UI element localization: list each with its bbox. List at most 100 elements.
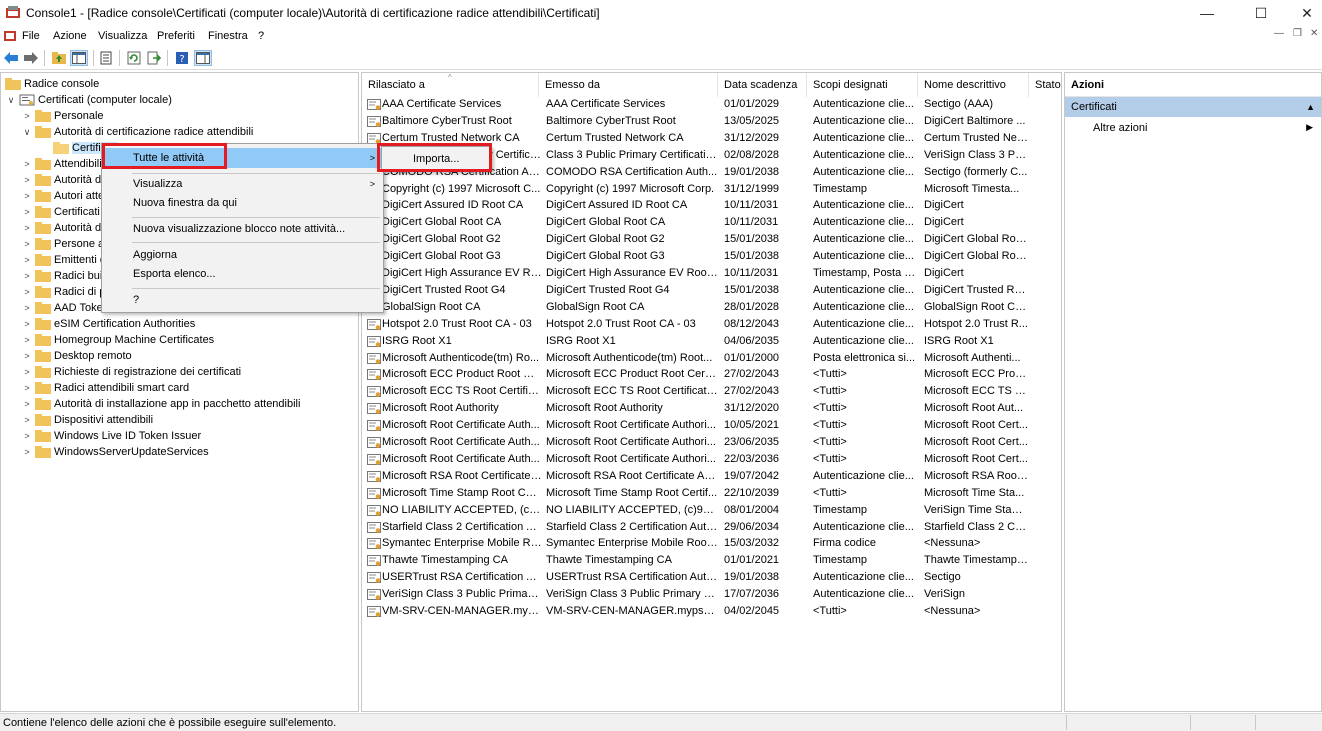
- table-row[interactable]: VM-SRV-CEN-MANAGER.myps... VM-SRV-CEN-MAN…: [362, 604, 1061, 621]
- table-row[interactable]: ISRG Root X1 ISRG Root X1 04/06/2035 Autent…: [362, 334, 1061, 351]
- column-header-nome-descrittivo[interactable]: Nome descrittivo: [918, 73, 1029, 97]
- refresh-button[interactable]: [125, 50, 143, 66]
- actions-section-certificati[interactable]: Certificati ▲: [1065, 97, 1321, 117]
- expand-toggle[interactable]: >: [21, 334, 33, 346]
- expand-toggle[interactable]: >: [21, 254, 33, 266]
- table-row[interactable]: DigiCert Assured ID Root CA DigiCert Assu…: [362, 198, 1061, 215]
- table-row[interactable]: Thawte Timestamping CA Thawte Timestampin…: [362, 553, 1061, 570]
- forward-button[interactable]: [22, 50, 40, 66]
- table-row[interactable]: USERTrust RSA Certification Aut... USERTr…: [362, 570, 1061, 587]
- table-row[interactable]: DigiCert Trusted Root G4 DigiCert Trusted…: [362, 283, 1061, 300]
- column-header-emesso-da[interactable]: Emesso da: [539, 73, 718, 97]
- tree-item-homegroup[interactable]: > Homegroup Machine Certificates: [21, 332, 214, 348]
- expand-toggle[interactable]: >: [21, 318, 33, 330]
- ctx-item-esporta-elenco[interactable]: Esporta elenco...: [104, 264, 381, 284]
- expand-toggle[interactable]: >: [21, 430, 33, 442]
- show-hide-action-pane-button[interactable]: [194, 50, 212, 66]
- table-row[interactable]: Symantec Enterprise Mobile Ro... Symantec…: [362, 536, 1061, 553]
- table-row[interactable]: Hotspot 2.0 Trust Root CA - 03 Hotspot 2.…: [362, 317, 1061, 334]
- ctx-item-importa[interactable]: Importa...: [384, 149, 489, 169]
- tree-item-attendibilita[interactable]: > Attendibilità: [21, 156, 111, 172]
- table-row[interactable]: Microsoft Root Certificate Auth... Micros…: [362, 435, 1061, 452]
- child-restore-button[interactable]: ❐: [1293, 28, 1302, 39]
- table-row[interactable]: Microsoft ECC Product Root Ce... Microsof…: [362, 367, 1061, 384]
- tree-item-certificati-computer-locale[interactable]: ∨ Certificati (computer locale): [5, 92, 172, 108]
- minimize-button[interactable]: —: [1184, 0, 1230, 26]
- expand-toggle[interactable]: >: [21, 446, 33, 458]
- expand-toggle[interactable]: >: [21, 398, 33, 410]
- tree-item-autorita-app-pacchetto[interactable]: > Autorità di installazione app in pacch…: [21, 396, 300, 412]
- column-header-data-scadenza[interactable]: Data scadenza: [718, 73, 807, 97]
- ctx-item-visualizza[interactable]: Visualizza >: [104, 174, 381, 194]
- table-row[interactable]: Microsoft Root Certificate Auth... Micros…: [362, 418, 1061, 435]
- ctx-item-help[interactable]: ?: [104, 290, 381, 310]
- ctx-item-tutte-le-attivita[interactable]: Tutte le attività >: [104, 148, 381, 168]
- table-row[interactable]: VeriSign Class 3 Public Primary ... VeriS…: [362, 587, 1061, 604]
- table-row[interactable]: Microsoft Root Certificate Auth... Micros…: [362, 452, 1061, 469]
- expand-toggle[interactable]: >: [21, 222, 33, 234]
- up-one-level-button[interactable]: [50, 50, 68, 66]
- show-hide-tree-button[interactable]: [70, 50, 88, 66]
- expand-toggle[interactable]: >: [21, 414, 33, 426]
- table-row[interactable]: DigiCert Global Root G3 DigiCert Global R…: [362, 249, 1061, 266]
- table-row[interactable]: DigiCert Global Root G2 DigiCert Global R…: [362, 232, 1061, 249]
- action-altre-azioni[interactable]: Altre azioni: [1093, 122, 1147, 134]
- expand-toggle[interactable]: >: [21, 110, 33, 122]
- table-row[interactable]: Microsoft Authenticode(tm) Ro... Microsof…: [362, 351, 1061, 368]
- ctx-item-nuova-finestra[interactable]: Nuova finestra da qui: [104, 193, 381, 213]
- expand-toggle[interactable]: >: [21, 270, 33, 282]
- expand-toggle[interactable]: >: [21, 382, 33, 394]
- tree-item-personale[interactable]: > Personale: [21, 108, 104, 124]
- child-minimize-button[interactable]: —: [1274, 28, 1284, 39]
- expand-toggle[interactable]: >: [21, 238, 33, 250]
- column-header-scopi-designati[interactable]: Scopi designati: [807, 73, 918, 97]
- table-row[interactable]: Copyright (c) 1997 Microsoft C... Copyrig…: [362, 182, 1061, 199]
- console-menu-icon[interactable]: [4, 29, 16, 41]
- table-row[interactable]: DigiCert High Assurance EV Ro... DigiCert…: [362, 266, 1061, 283]
- expand-toggle[interactable]: >: [21, 190, 33, 202]
- table-row[interactable]: NO LIABILITY ACCEPTED, (c)97 ... NO LIABI…: [362, 503, 1061, 520]
- export-list-button[interactable]: [145, 50, 163, 66]
- tree-item-wsus[interactable]: > WindowsServerUpdateServices: [21, 444, 209, 460]
- menu-azione[interactable]: Azione: [53, 30, 87, 42]
- expand-toggle[interactable]: >: [21, 158, 33, 170]
- tree-item-windows-live-id[interactable]: > Windows Live ID Token Issuer: [21, 428, 201, 444]
- expand-toggle[interactable]: >: [21, 174, 33, 186]
- table-row[interactable]: Starfield Class 2 Certification A... Star…: [362, 520, 1061, 537]
- table-row[interactable]: Microsoft Time Stamp Root Cer... Microsof…: [362, 486, 1061, 503]
- table-row[interactable]: GlobalSign Root CA GlobalSign Root CA 28/0…: [362, 300, 1061, 317]
- back-button[interactable]: [2, 50, 20, 66]
- table-row[interactable]: DigiCert Global Root CA DigiCert Global R…: [362, 215, 1061, 232]
- menu-visualizza[interactable]: Visualizza: [98, 30, 147, 42]
- tree-item-richieste-registrazione[interactable]: > Richieste di registrazione dei certifi…: [21, 364, 241, 380]
- close-button[interactable]: ✕: [1284, 0, 1322, 26]
- help-button[interactable]: ?: [173, 50, 191, 66]
- menu-finestra[interactable]: Finestra: [208, 30, 248, 42]
- column-header-rilasciato-a[interactable]: Rilasciato a ^: [362, 73, 539, 97]
- expand-toggle[interactable]: ∨: [5, 94, 17, 106]
- expand-toggle[interactable]: ∨: [21, 126, 33, 138]
- expand-toggle[interactable]: >: [21, 302, 33, 314]
- column-header-stato[interactable]: Stato: [1029, 73, 1061, 97]
- table-row[interactable]: Microsoft Root Authority Microsoft Root A…: [362, 401, 1061, 418]
- expand-toggle[interactable]: >: [21, 206, 33, 218]
- maximize-button[interactable]: ☐: [1238, 0, 1284, 26]
- expand-toggle[interactable]: >: [21, 366, 33, 378]
- table-row[interactable]: Microsoft RSA Root Certificate ... Micros…: [362, 469, 1061, 486]
- tree-item-dispositivi-attendibili[interactable]: > Dispositivi attendibili: [21, 412, 153, 428]
- table-row[interactable]: AAA Certificate Services AAA Certificate …: [362, 97, 1061, 114]
- properties-button[interactable]: [97, 50, 115, 66]
- tree-item-autorita-radice-attendibili[interactable]: ∨ Autorità di certificazione radice atte…: [21, 124, 253, 140]
- tree-item-radici-smart-card[interactable]: > Radici attendibili smart card: [21, 380, 189, 396]
- expand-toggle[interactable]: >: [21, 350, 33, 362]
- menu-preferiti[interactable]: Preferiti: [157, 30, 195, 42]
- ctx-item-aggiorna[interactable]: Aggiorna: [104, 245, 381, 265]
- expand-toggle[interactable]: >: [21, 286, 33, 298]
- table-row[interactable]: Baltimore CyberTrust Root Baltimore Cyber…: [362, 114, 1061, 131]
- tree-item-esim[interactable]: > eSIM Certification Authorities: [21, 316, 195, 332]
- menu-help[interactable]: ?: [258, 30, 264, 42]
- tree-item-desktop-remoto[interactable]: > Desktop remoto: [21, 348, 132, 364]
- ctx-item-nuova-visualizzazione[interactable]: Nuova visualizzazione blocco note attivi…: [104, 219, 381, 239]
- child-close-button[interactable]: ✕: [1310, 28, 1318, 39]
- table-row[interactable]: Microsoft ECC TS Root Certifica... Micros…: [362, 384, 1061, 401]
